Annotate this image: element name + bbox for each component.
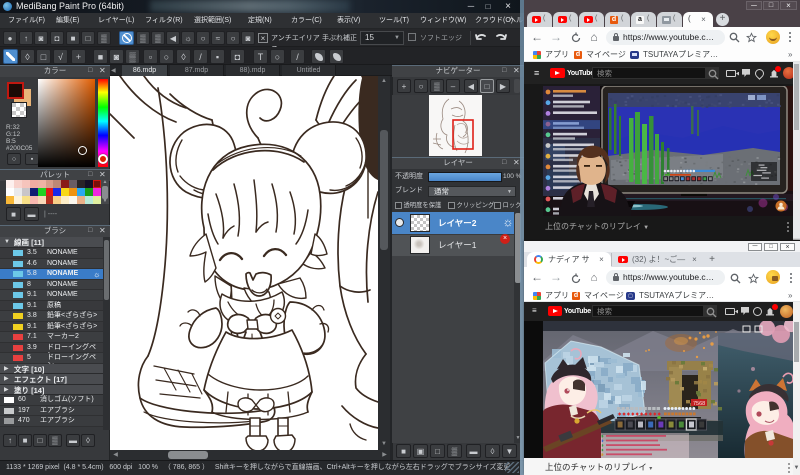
svg-text:7568: 7568 — [693, 401, 705, 407]
